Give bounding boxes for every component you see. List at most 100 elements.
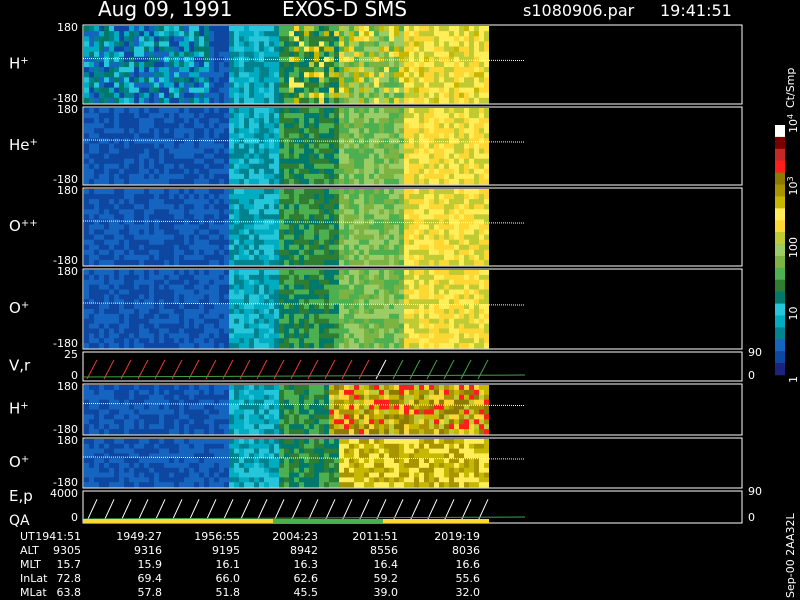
heatmap-cell [354, 168, 359, 175]
heatmap-cell [269, 239, 274, 246]
heatmap-cell [284, 189, 289, 195]
heatmap-cell [344, 108, 349, 114]
heatmap-cell [264, 214, 269, 220]
heatmap-cell [264, 168, 269, 175]
heatmap-cell [414, 87, 419, 94]
heatmap-cell [154, 123, 159, 129]
heatmap-cell [84, 199, 89, 205]
heatmap-cell [359, 309, 364, 315]
heatmap-cell [469, 173, 474, 180]
heatmap-cell [434, 323, 439, 329]
heatmap-cell [199, 118, 204, 124]
heatmap-cell [244, 72, 249, 78]
heatmap-cell [304, 173, 309, 180]
heatmap-cell [354, 138, 359, 144]
heatmap-cell [424, 313, 429, 320]
heatmap-cell [239, 209, 244, 215]
heatmap-cell [294, 338, 299, 344]
heatmap-cell [314, 209, 319, 215]
heatmap-cell [479, 249, 484, 256]
heatmap-cell [304, 333, 309, 339]
heatmap-cell [104, 284, 109, 290]
heatmap-cell [119, 270, 124, 276]
heatmap-cell [294, 128, 299, 134]
heatmap-cell [194, 224, 199, 230]
heatmap-cell [434, 148, 439, 154]
heatmap-cell [99, 214, 104, 220]
heatmap-cell [314, 97, 319, 104]
heatmap-cell [129, 61, 134, 68]
heatmap-cell [329, 26, 334, 32]
heatmap-cell [109, 118, 114, 124]
heatmap-cell [484, 284, 489, 290]
heatmap-cell [459, 113, 464, 119]
heatmap-cell [219, 158, 224, 165]
heatmap-cell [164, 178, 169, 185]
heatmap-cell [349, 143, 354, 149]
heatmap-cell [194, 36, 199, 42]
heatmap-cell [229, 133, 234, 139]
heatmap-cell [214, 224, 219, 230]
heatmap-cell [374, 143, 379, 149]
heatmap-cell [169, 279, 174, 286]
heatmap-cell [274, 249, 279, 256]
heatmap-cell [119, 163, 124, 170]
heatmap-cell [414, 92, 419, 99]
heatmap-cell [219, 128, 224, 134]
heatmap-cell [189, 158, 194, 165]
heatmap-cell [469, 244, 474, 251]
heatmap-cell [104, 97, 109, 104]
heatmap-cell [184, 178, 189, 185]
heatmap-cell [439, 92, 444, 99]
heatmap-cell [464, 309, 469, 315]
heatmap-cell [184, 163, 189, 170]
heatmap-cell [344, 323, 349, 329]
heatmap-cell [334, 259, 339, 266]
heatmap-cell [339, 328, 344, 334]
heatmap-cell [199, 259, 204, 266]
spectrogram-figure: Aug 09, 1991 EXOS-D SMS s1080906.par 19:… [0, 0, 800, 600]
heatmap-cell [109, 318, 114, 325]
heatmap-cell [259, 274, 264, 281]
heatmap-cell [219, 189, 224, 195]
heatmap-cell [424, 77, 429, 83]
heatmap-cell [229, 274, 234, 281]
heatmap-cell [199, 128, 204, 134]
heatmap-cell [354, 299, 359, 305]
heatmap-cell [259, 204, 264, 210]
heatmap-cell [439, 323, 444, 329]
heatmap-cell [184, 56, 189, 63]
heatmap-cell [279, 153, 284, 160]
heatmap-cell [279, 199, 284, 205]
heatmap-cell [194, 209, 199, 215]
heatmap-cell [339, 313, 344, 320]
heatmap-cell [429, 133, 434, 139]
heatmap-cell [194, 97, 199, 104]
heatmap-cell [124, 163, 129, 170]
heatmap-cell [144, 199, 149, 205]
heatmap-cell [89, 133, 94, 139]
heatmap-cell [189, 338, 194, 344]
heatmap-cell [454, 61, 459, 68]
heatmap-cell [179, 204, 184, 210]
heatmap-cell [169, 143, 174, 149]
heatmap-cell [474, 244, 479, 251]
heatmap-cell [404, 214, 409, 220]
heatmap-cell [354, 333, 359, 339]
heatmap-cell [394, 82, 399, 88]
heatmap-cell [274, 234, 279, 241]
heatmap-cell [329, 82, 334, 88]
heatmap-cell [454, 148, 459, 154]
heatmap-cell [139, 158, 144, 165]
heatmap-cell [429, 46, 434, 53]
heatmap-cell [314, 333, 319, 339]
heatmap-cell [179, 323, 184, 329]
heatmap-cell [219, 328, 224, 334]
heatmap-cell [204, 219, 209, 225]
heatmap-cell [94, 249, 99, 256]
heatmap-cell [134, 36, 139, 42]
heatmap-cell [204, 108, 209, 114]
heatmap-cell [399, 113, 404, 119]
heatmap-cell [174, 219, 179, 225]
heatmap-cell [344, 118, 349, 124]
